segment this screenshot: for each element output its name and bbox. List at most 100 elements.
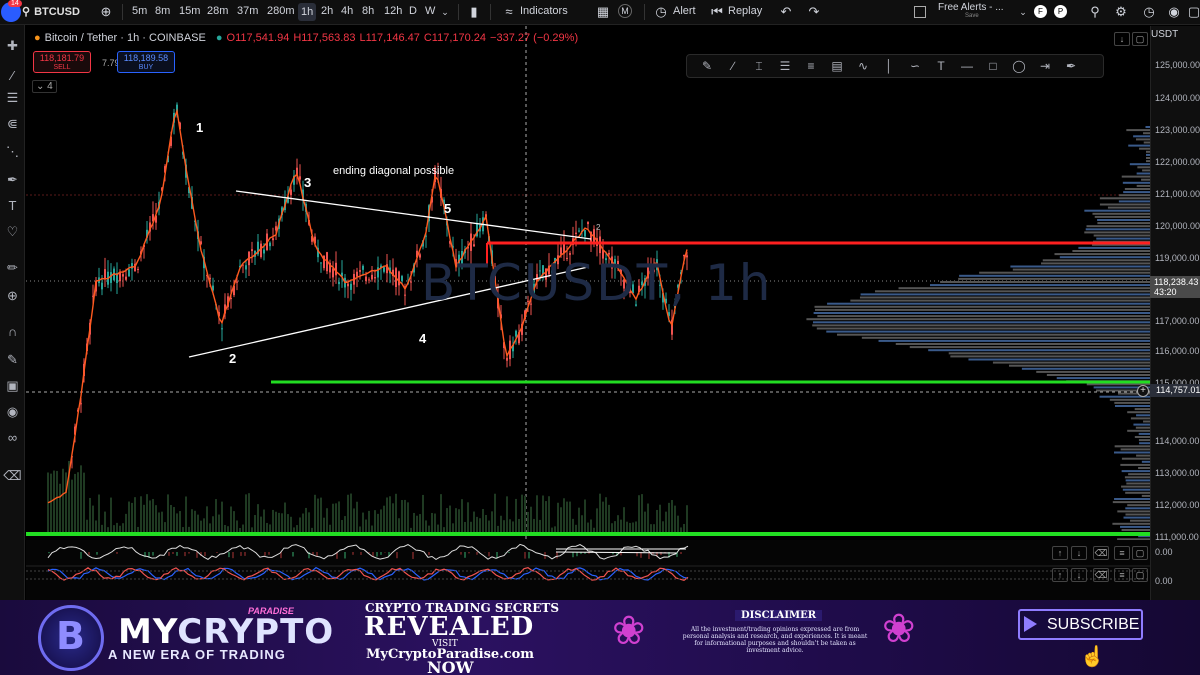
- history-icon[interactable]: ◷: [1141, 4, 1157, 20]
- fullscreen-icon[interactable]: ▢: [1186, 4, 1200, 20]
- search-icon[interactable]: ⚲: [1087, 4, 1103, 20]
- pane-up-icon[interactable]: ↑: [1052, 546, 1068, 560]
- volume-bar: [530, 507, 532, 533]
- currency-label[interactable]: USDT: [1151, 29, 1178, 40]
- magnet-icon[interactable]: ∩: [0, 321, 25, 343]
- settings-icon[interactable]: ⚙: [1113, 4, 1129, 20]
- pen-icon[interactable]: ✎: [695, 59, 719, 73]
- interval-5m[interactable]: 5m: [132, 5, 147, 17]
- pane-collapse-icon[interactable]: ≡: [1114, 546, 1130, 560]
- alert-button[interactable]: Alert: [673, 5, 696, 17]
- buy-button[interactable]: 118,189.58 BUY: [117, 51, 175, 73]
- symbol-search[interactable]: ⚲ BTCUSD: [22, 5, 80, 18]
- line-icon[interactable]: ∕: [721, 59, 745, 73]
- zigzag-icon[interactable]: ∿: [851, 59, 875, 73]
- eye-icon[interactable]: ◉: [0, 401, 25, 423]
- replay-button[interactable]: Replay: [728, 5, 762, 17]
- scroll-down-icon[interactable]: ↓: [1114, 32, 1130, 46]
- sell-button[interactable]: 118,181.79 SELL: [33, 51, 91, 73]
- curve-icon[interactable]: ∽: [903, 59, 927, 73]
- heart-icon[interactable]: ♡: [0, 221, 25, 243]
- interval-d[interactable]: D: [409, 5, 417, 17]
- rectangle-icon[interactable]: □: [981, 59, 1005, 73]
- pane-delete-icon[interactable]: ⌫: [1093, 546, 1109, 560]
- circle-icon[interactable]: ◯: [1007, 59, 1031, 73]
- text-icon[interactable]: T: [0, 195, 25, 217]
- grid-lines-icon[interactable]: ▤: [825, 59, 849, 73]
- alert-clock-icon[interactable]: ◷: [653, 4, 669, 20]
- chart-pane[interactable]: BTCUSDT, 1h ● Bitcoin / Tether · 1h · CO…: [26, 26, 1150, 600]
- brush-icon[interactable]: ✒: [0, 169, 25, 191]
- interval-1h[interactable]: 1h: [298, 3, 316, 21]
- pitchfork-icon[interactable]: ⋐: [0, 113, 25, 135]
- vertical-line-icon[interactable]: │: [877, 59, 901, 73]
- pane-collapse-icon[interactable]: ≡: [1114, 568, 1130, 582]
- chart-canvas[interactable]: [26, 26, 1150, 600]
- wave-label-5[interactable]: 5: [444, 201, 451, 216]
- redo-icon[interactable]: ↷: [806, 4, 822, 20]
- camera-icon[interactable]: ◉: [1166, 4, 1182, 20]
- pane-maximize-icon[interactable]: ▢: [1132, 546, 1148, 560]
- interval-8m[interactable]: 8m: [155, 5, 170, 17]
- wave-label-3[interactable]: 3: [304, 175, 311, 190]
- plus-circle-icon[interactable]: ⊕: [98, 4, 114, 20]
- interval-w[interactable]: W: [425, 5, 435, 17]
- alert-settings-icon[interactable]: M: [618, 4, 632, 18]
- wave-label-small-2[interactable]: 2: [596, 223, 600, 232]
- interval-15m[interactable]: 15m: [179, 5, 200, 17]
- link-icon[interactable]: ∞: [0, 427, 25, 449]
- chevron-down-icon[interactable]: ⌄: [1015, 4, 1031, 20]
- undo-icon[interactable]: ↶: [778, 4, 794, 20]
- volume-profile-bar: [812, 324, 1150, 326]
- indicators-icon[interactable]: ≈: [501, 4, 517, 20]
- pane-maximize-icon[interactable]: ▢: [1132, 568, 1148, 582]
- interval-2h[interactable]: 2h: [321, 5, 333, 17]
- lock-icon[interactable]: ▣: [0, 375, 25, 397]
- pane-up-icon[interactable]: ↑: [1052, 568, 1068, 582]
- wave-label-1[interactable]: 1: [196, 120, 203, 135]
- interval-8h[interactable]: 8h: [362, 5, 374, 17]
- measure-icon[interactable]: ⇥: [1033, 59, 1057, 73]
- horizontal-lines-icon[interactable]: ☰: [0, 87, 25, 109]
- zoom-icon[interactable]: ⊕: [0, 285, 25, 307]
- interval-28m[interactable]: 28m: [207, 5, 228, 17]
- channel-icon[interactable]: ☰: [773, 59, 797, 73]
- horizontal-line-icon[interactable]: —: [955, 59, 979, 73]
- legend-title[interactable]: Bitcoin / Tether · 1h · COINBASE: [45, 32, 206, 44]
- indicators-button[interactable]: Indicators: [520, 5, 568, 17]
- cursor-text-icon[interactable]: ⌶: [747, 59, 771, 74]
- price-axis[interactable]: 125,000.00 124,000.00 123,000.00 122,000…: [1150, 26, 1200, 600]
- save-label[interactable]: Save: [965, 13, 979, 19]
- trend-line-icon[interactable]: ∕: [0, 65, 25, 87]
- replay-icon[interactable]: ⏮: [709, 4, 725, 20]
- interval-12h[interactable]: 12h: [384, 5, 402, 17]
- bar-style-icon[interactable]: ▮: [466, 4, 482, 20]
- crosshair-icon[interactable]: ✚: [0, 35, 25, 57]
- pane-delete-icon[interactable]: ⌫: [1093, 568, 1109, 582]
- pencil-lock-icon[interactable]: ✎: [0, 349, 25, 371]
- trash-icon[interactable]: ⌫: [0, 465, 25, 487]
- fib-icon[interactable]: ⋱: [0, 141, 25, 163]
- ending-diagonal-note[interactable]: ending diagonal possible: [333, 165, 454, 177]
- text-tool-icon[interactable]: T: [929, 59, 953, 73]
- interval-280m[interactable]: 280m: [267, 5, 295, 17]
- fib-levels-icon[interactable]: ≡: [799, 59, 823, 73]
- profile-f-icon[interactable]: F: [1034, 5, 1047, 18]
- free-alerts-label[interactable]: Free Alerts - ...: [938, 2, 1004, 13]
- interval-4h[interactable]: 4h: [341, 5, 353, 17]
- checkbox-icon[interactable]: [914, 6, 926, 18]
- layout-grid-icon[interactable]: ▦: [595, 4, 611, 20]
- profile-p-icon[interactable]: P: [1054, 5, 1067, 18]
- add-alert-icon[interactable]: +: [1137, 385, 1149, 397]
- maximize-pane-icon[interactable]: ▢: [1132, 32, 1148, 46]
- brush-tool-icon[interactable]: ✒: [1059, 59, 1083, 73]
- wave-label-4[interactable]: 4: [419, 331, 426, 346]
- chevron-down-icon[interactable]: ⌄: [437, 4, 453, 20]
- volume-bar: [584, 500, 586, 533]
- ruler-icon[interactable]: ✏: [0, 257, 25, 279]
- pane-down-icon[interactable]: ↓: [1071, 546, 1087, 560]
- wave-label-2[interactable]: 2: [229, 351, 236, 366]
- interval-37m[interactable]: 37m: [237, 5, 258, 17]
- indicators-collapse-button[interactable]: ⌄ 4: [32, 80, 57, 93]
- pane-down-icon[interactable]: ↓: [1071, 568, 1087, 582]
